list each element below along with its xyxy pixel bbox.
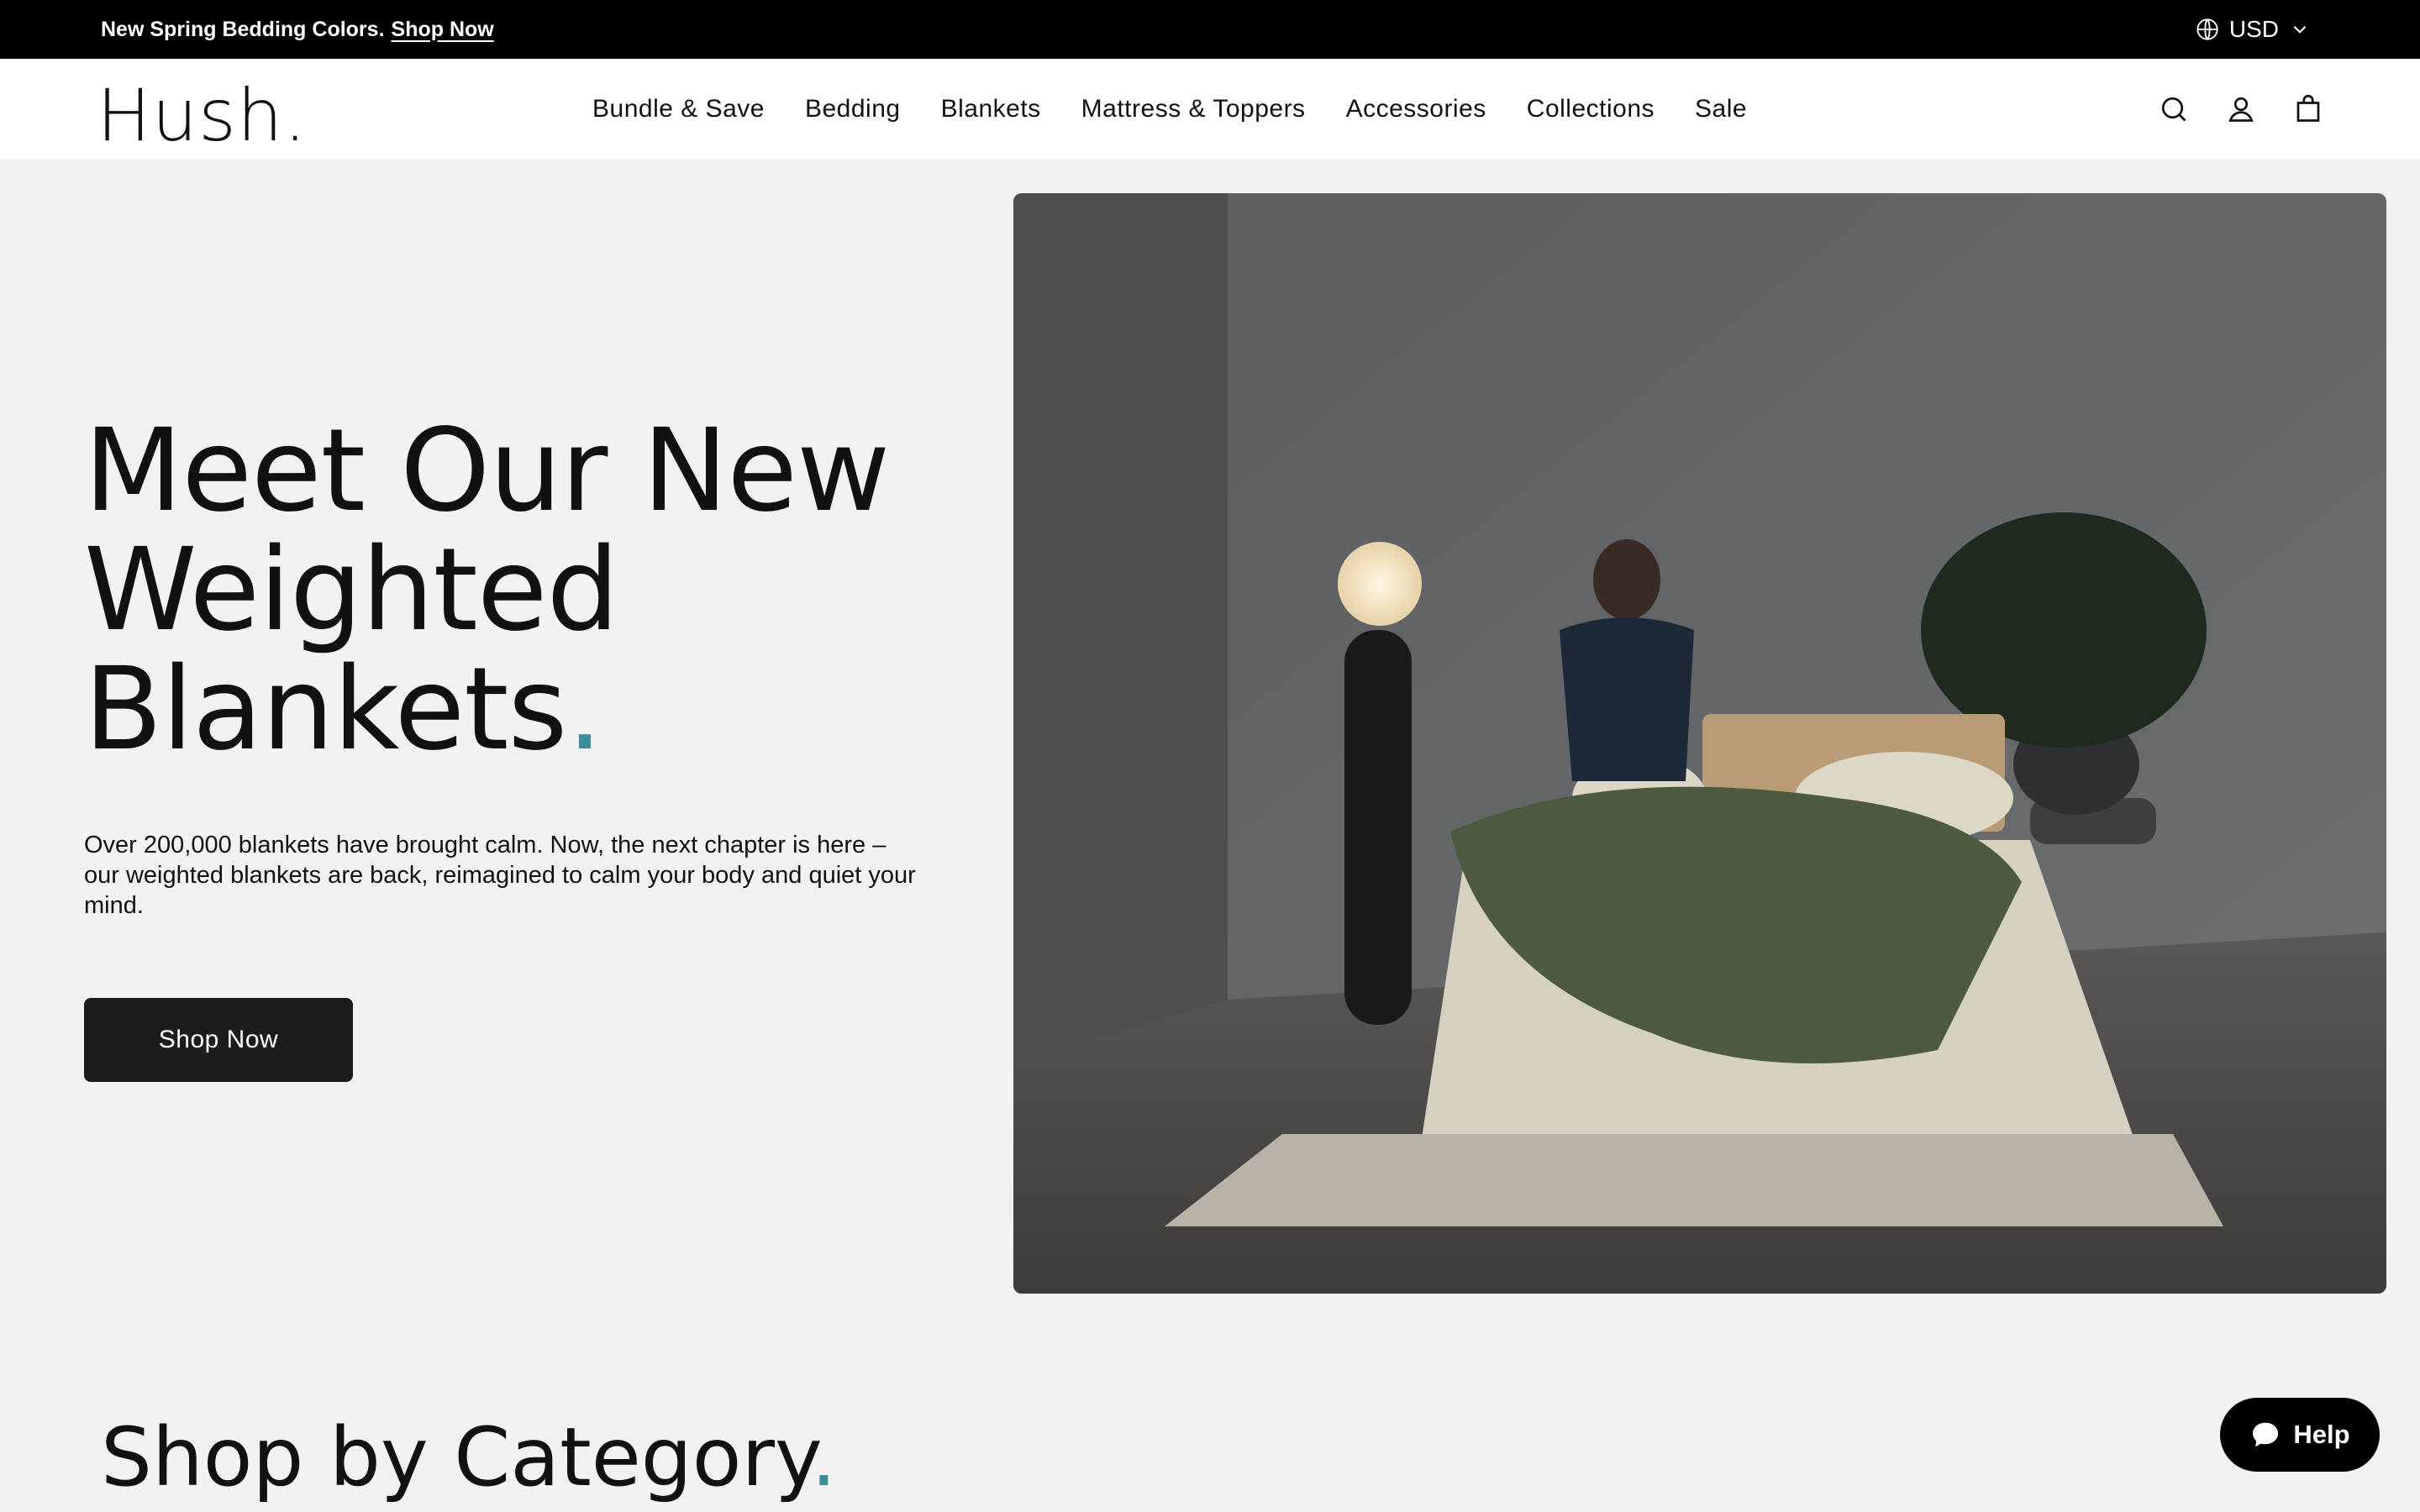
search-icon[interactable]	[2159, 94, 2189, 124]
nav-bundle-save[interactable]: Bundle & Save	[592, 95, 765, 123]
currency-selector[interactable]: USD	[2196, 0, 2311, 59]
nav-bedding[interactable]: Bedding	[805, 95, 901, 123]
nav-sale[interactable]: Sale	[1695, 95, 1747, 123]
announcement-message: New Spring Bedding Colors. Shop Now	[101, 0, 494, 59]
nav-mattress-toppers[interactable]: Mattress & Toppers	[1081, 95, 1306, 123]
hero-image[interactable]	[1013, 193, 2386, 1294]
announcement-bar: New Spring Bedding Colors. Shop Now USD	[0, 0, 2420, 59]
hero-title-line-3: Blankets	[84, 643, 567, 776]
logo[interactable]: Hush.	[97, 74, 308, 158]
chevron-down-icon	[2293, 25, 2307, 34]
header-icons	[2159, 59, 2323, 160]
shop-by-category-title: Shop by Category.	[101, 1411, 837, 1504]
section-title-text: Shop by Category	[101, 1410, 812, 1504]
hero-content: Meet Our New Weighted Blankets. Over 200…	[84, 412, 941, 1082]
site-header: Hush. Bundle & Save Bedding Blankets Mat…	[0, 59, 2420, 160]
announcement-text: New Spring Bedding Colors.	[101, 17, 385, 41]
account-icon[interactable]	[2226, 94, 2256, 124]
hero-title-line-1: Meet Our New	[84, 405, 890, 538]
section-title-dot: .	[811, 1410, 837, 1504]
cart-icon[interactable]	[2293, 94, 2323, 124]
hero-title-dot: .	[566, 643, 602, 776]
bedroom-photo	[1013, 193, 2386, 1294]
nav-accessories[interactable]: Accessories	[1346, 95, 1486, 123]
globe-icon	[2196, 18, 2218, 40]
help-button[interactable]: Help	[2220, 1398, 2380, 1472]
nav-blankets[interactable]: Blankets	[941, 95, 1041, 123]
help-label: Help	[2293, 1420, 2350, 1449]
hero-title-line-2: Weighted	[84, 524, 619, 657]
hero-description: Over 200,000 blankets have brought calm.…	[84, 832, 916, 919]
currency-label: USD	[2228, 16, 2279, 42]
hero-title: Meet Our New Weighted Blankets.	[84, 412, 941, 769]
shop-now-button[interactable]: Shop Now	[84, 998, 353, 1082]
announcement-shop-link[interactable]: Shop Now	[392, 18, 494, 42]
main-nav: Bundle & Save Bedding Blankets Mattress …	[592, 59, 1747, 160]
nav-collections[interactable]: Collections	[1527, 95, 1655, 123]
chat-bubble-icon	[2253, 1422, 2279, 1447]
